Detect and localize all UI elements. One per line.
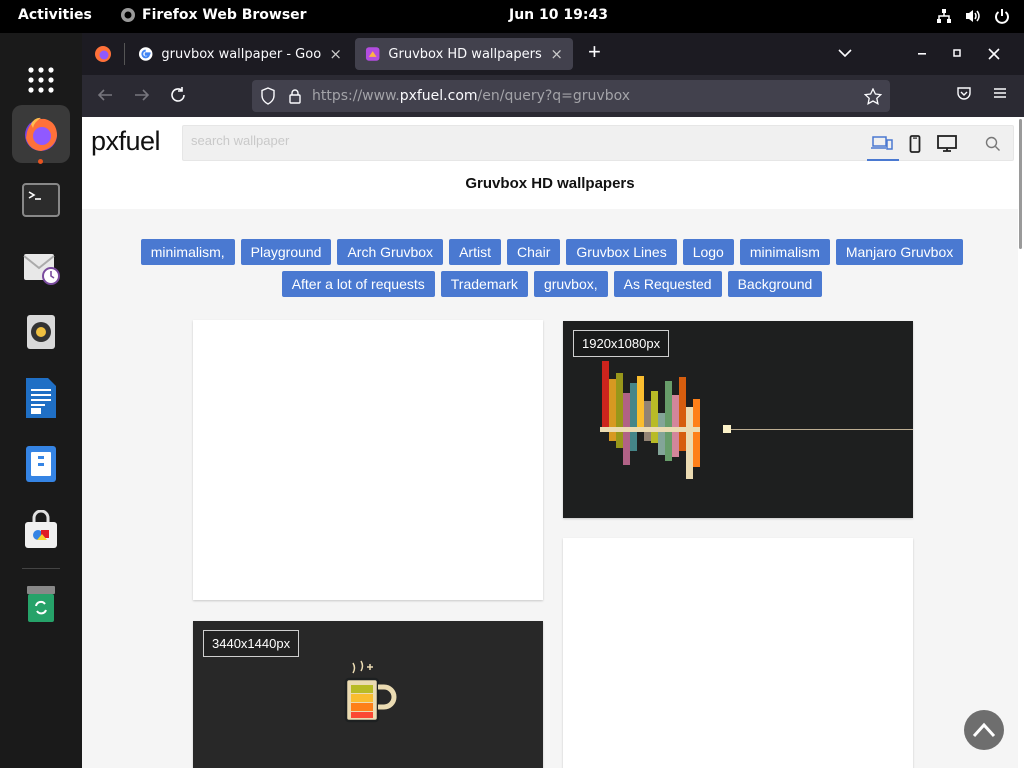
dock-software[interactable]	[12, 501, 70, 559]
bookmark-star-icon[interactable]	[864, 88, 882, 105]
document-icon	[26, 378, 56, 418]
tag-button[interactable]: gruvbox,	[533, 271, 608, 297]
power-icon	[995, 9, 1009, 24]
network-icon	[937, 9, 951, 23]
tag-button[interactable]: Chair	[506, 239, 561, 265]
firefox-small-icon	[121, 8, 135, 22]
tab-title: gruvbox wallpaper - Google	[161, 46, 322, 62]
speaker-icon	[27, 315, 55, 349]
dock-writer[interactable]	[12, 369, 70, 427]
activities-button[interactable]: Activities	[18, 7, 92, 23]
url-prefix: https://www.	[312, 88, 400, 104]
mail-clock-icon	[23, 254, 60, 285]
search-icon[interactable]	[985, 136, 1001, 152]
chevron-up-icon	[972, 722, 996, 738]
tab-title: Gruvbox HD wallpapers | Px	[388, 46, 542, 62]
lock-icon[interactable]	[288, 88, 302, 104]
tag-button[interactable]: As Requested	[613, 271, 722, 297]
dock-terminal[interactable]	[12, 171, 70, 229]
device-filter-underline	[867, 159, 899, 161]
tab-separator	[124, 43, 125, 65]
close-tab-button[interactable]: ×	[550, 45, 563, 63]
show-apps-button[interactable]	[12, 51, 70, 109]
tag-list: minimalism, Playground Arch Gruvbox Artist C…	[92, 239, 1012, 297]
firefox-window: gruvbox wallpaper - Google × Gruvbox HD …	[82, 33, 1024, 768]
google-icon	[138, 47, 153, 61]
tab-strip: gruvbox wallpaper - Google × Gruvbox HD …	[82, 33, 1024, 75]
system-top-bar: Activities Firefox Web Browser Jun 10 19…	[0, 0, 1024, 33]
resolution-badge: 3440x1440px	[203, 630, 300, 657]
url-bar[interactable]: https://www.pxfuel.com/en/query?q=gruvbo…	[252, 80, 890, 112]
site-header: pxfuel Gruvbox HD wallpapers	[82, 117, 1018, 209]
pxfuel-favicon-icon	[365, 47, 380, 61]
tab-pxfuel[interactable]: Gruvbox HD wallpapers | Px ×	[355, 38, 573, 70]
back-icon[interactable]	[96, 86, 114, 104]
list-all-tabs-icon[interactable]	[838, 48, 852, 58]
close-window-icon[interactable]	[988, 48, 1000, 60]
laptop-mobile-icon[interactable]	[871, 135, 893, 151]
tag-button[interactable]: Trademark	[440, 271, 528, 297]
tag-button[interactable]: Background	[727, 271, 823, 297]
tab-google-search[interactable]: gruvbox wallpaper - Google ×	[128, 38, 352, 70]
firefox-view-button[interactable]	[90, 38, 120, 70]
firefox-view-icon	[95, 46, 111, 62]
app-menu[interactable]: Firefox Web Browser	[120, 7, 307, 23]
maximize-icon[interactable]	[953, 49, 963, 59]
dock	[0, 33, 82, 768]
firefox-icon	[25, 117, 57, 151]
pocket-icon[interactable]	[956, 86, 972, 102]
pxfuel-logo[interactable]: pxfuel	[91, 126, 161, 157]
forward-icon[interactable]	[133, 86, 151, 104]
url-path: /en/query?q=gruvbox	[477, 88, 631, 104]
tag-button[interactable]: minimalism	[739, 239, 830, 265]
url-text: https://www.pxfuel.com/en/query?q=gruvbo…	[312, 88, 630, 104]
wallpaper-card[interactable]: 1920x1080px	[563, 321, 913, 518]
search-box	[182, 125, 1014, 161]
dock-mail-scheduler[interactable]	[12, 237, 70, 295]
search-input[interactable]	[191, 133, 841, 148]
tag-button[interactable]: Arch Gruvbox	[337, 239, 444, 265]
terminal-icon	[22, 183, 60, 217]
wallpaper-card[interactable]	[193, 320, 543, 600]
system-tray[interactable]	[936, 8, 1010, 24]
url-domain: pxfuel.com	[399, 88, 478, 104]
running-indicator	[38, 159, 43, 164]
tag-button[interactable]: Manjaro Gruvbox	[835, 239, 964, 265]
mobile-phone-icon[interactable]	[909, 135, 921, 153]
shield-icon[interactable]	[260, 87, 276, 105]
volume-icon	[966, 10, 980, 22]
reload-icon[interactable]	[169, 86, 187, 104]
dock-rhythmbox[interactable]	[12, 303, 70, 361]
scrollbar-thumb[interactable]	[1019, 119, 1022, 249]
resolution-badge: 1920x1080px	[573, 330, 670, 357]
dock-files[interactable]	[12, 435, 70, 493]
page-title: Gruvbox HD wallpapers	[465, 175, 635, 192]
minimize-icon[interactable]	[918, 53, 928, 55]
dock-firefox[interactable]	[12, 105, 70, 163]
tag-button[interactable]: minimalism,	[140, 239, 235, 265]
web-page: pxfuel Gruvbox HD wallpapers minimalism,…	[82, 117, 1024, 768]
tag-button[interactable]: Logo	[682, 239, 734, 265]
app-grid-icon	[28, 67, 54, 93]
clock[interactable]: Jun 10 19:43	[509, 7, 608, 23]
dock-trash[interactable]	[12, 575, 70, 633]
nav-toolbar: https://www.pxfuel.com/en/query?q=gruvbo…	[82, 75, 1024, 117]
tag-button[interactable]: Artist	[449, 239, 501, 265]
wallpaper-card[interactable]	[563, 538, 913, 768]
wallpaper-card[interactable]: 3440x1440px	[193, 621, 543, 768]
desktop-monitor-icon[interactable]	[937, 135, 957, 153]
scroll-to-top-button[interactable]	[964, 710, 1004, 750]
files-icon	[26, 446, 56, 482]
page-scrollbar[interactable]	[1018, 117, 1024, 768]
tag-button[interactable]: Gruvbox Lines	[566, 239, 677, 265]
close-tab-button[interactable]: ×	[329, 45, 342, 63]
trash-icon	[27, 586, 55, 622]
menu-icon[interactable]	[993, 86, 1007, 100]
app-name: Firefox Web Browser	[142, 7, 307, 23]
tag-button[interactable]: Playground	[240, 239, 332, 265]
shopping-bag-icon	[25, 510, 57, 548]
dock-separator	[22, 568, 60, 569]
tag-button[interactable]: After a lot of requests	[281, 271, 435, 297]
new-tab-button[interactable]: +	[588, 39, 601, 65]
